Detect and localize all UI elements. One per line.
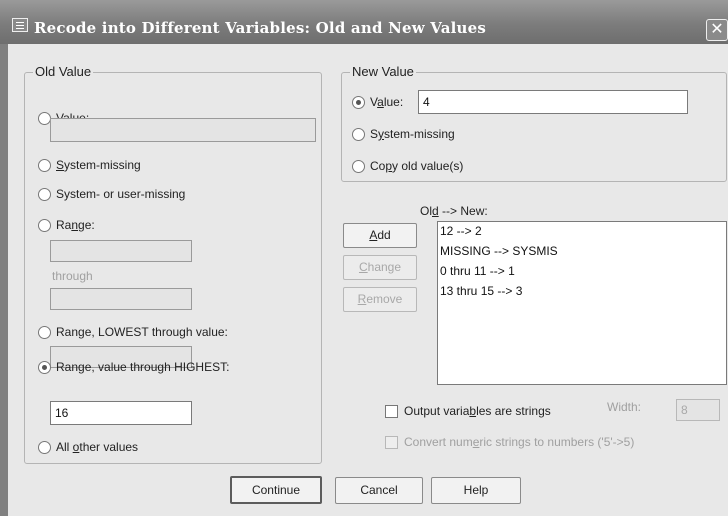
old-new-list[interactable]: 12 --> 2 MISSING --> SYSMIS 0 thru 11 --… <box>437 221 727 385</box>
range-to-input[interactable] <box>50 288 192 310</box>
dialog-icon <box>12 18 28 32</box>
through-label: through <box>52 269 93 283</box>
list-item[interactable]: 12 --> 2 <box>440 224 482 238</box>
range-lowest-radio[interactable] <box>38 326 51 339</box>
old-value-input[interactable] <box>50 118 316 142</box>
new-value-radio[interactable] <box>352 96 365 109</box>
range-label: Range: <box>56 218 95 232</box>
window-frame-left <box>0 44 8 516</box>
range-highest-label: Range, value through HIGHEST: <box>56 360 230 374</box>
add-button[interactable]: Add <box>343 223 417 248</box>
width-label: Width: <box>607 400 642 414</box>
copy-old-value-radio[interactable] <box>352 160 365 173</box>
system-missing-label: System-missing <box>56 158 141 172</box>
close-button[interactable]: ✕ <box>706 19 728 41</box>
system-missing-radio[interactable] <box>38 159 51 172</box>
output-strings-checkbox[interactable] <box>385 405 398 418</box>
remove-button[interactable]: Remove <box>343 287 417 312</box>
system-or-user-missing-label: System- or user-missing <box>56 187 186 201</box>
copy-old-value-label: Copy old value(s) <box>370 159 464 173</box>
help-button[interactable]: Help <box>431 477 521 504</box>
list-item[interactable]: 0 thru 11 --> 1 <box>440 264 515 278</box>
new-value-input[interactable] <box>418 90 688 114</box>
convert-numeric-label: Convert numeric strings to numbers ('5'-… <box>404 435 635 449</box>
list-item[interactable]: MISSING --> SYSMIS <box>440 244 558 258</box>
old-value-legend: Old Value <box>33 64 94 79</box>
range-highest-input[interactable] <box>50 401 192 425</box>
new-value-label: Value: <box>370 95 404 109</box>
list-item[interactable]: 13 thru 15 --> 3 <box>440 284 522 298</box>
cancel-button[interactable]: Cancel <box>335 477 423 504</box>
continue-button[interactable]: Continue <box>230 476 322 504</box>
all-other-values-radio[interactable] <box>38 441 51 454</box>
new-system-missing-label: System-missing <box>370 127 455 141</box>
new-system-missing-radio[interactable] <box>352 128 365 141</box>
window-title: Recode into Different Variables: Old and… <box>34 19 487 37</box>
width-input[interactable] <box>676 399 720 421</box>
range-lowest-label: Range, LOWEST through value: <box>56 325 228 339</box>
title-bar: Recode into Different Variables: Old and… <box>0 0 728 44</box>
convert-numeric-checkbox[interactable] <box>385 436 398 449</box>
range-highest-radio[interactable] <box>38 361 51 374</box>
range-from-input[interactable] <box>50 240 192 262</box>
dialog-body: Old Value Value: System-missing System- … <box>8 44 728 516</box>
output-strings-label: Output variables are strings <box>404 404 551 418</box>
new-value-legend: New Value <box>350 64 416 79</box>
range-radio[interactable] <box>38 219 51 232</box>
old-new-header: Old --> New: <box>420 204 488 218</box>
system-or-user-missing-radio[interactable] <box>38 188 51 201</box>
change-button[interactable]: Change <box>343 255 417 280</box>
all-other-values-label: All other values <box>56 440 139 454</box>
